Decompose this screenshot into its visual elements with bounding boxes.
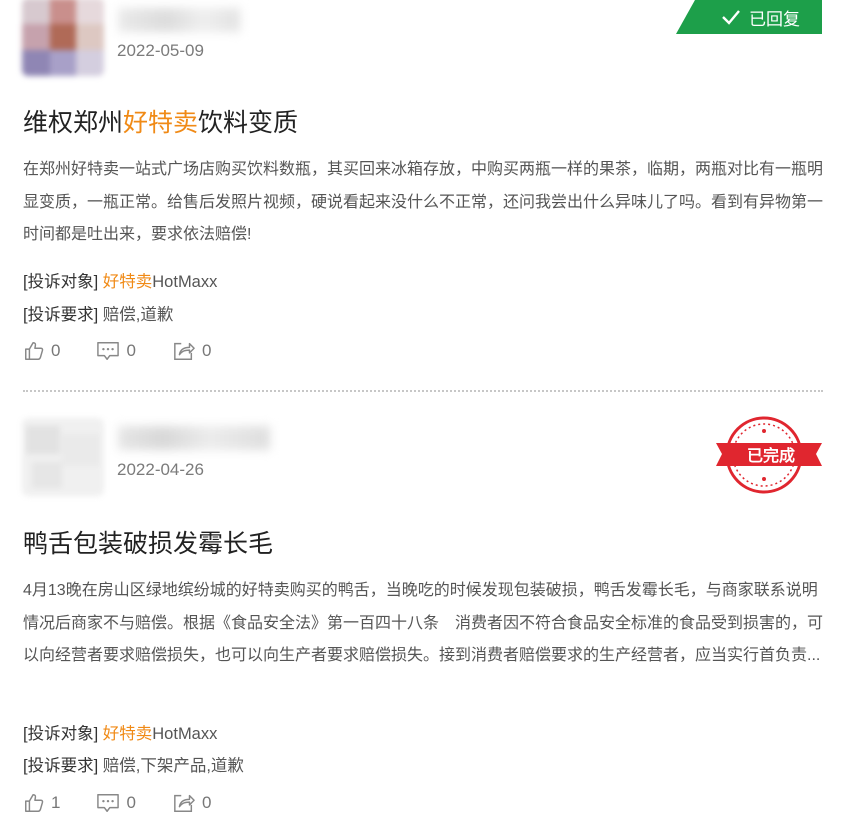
target-tag: [投诉对象]	[23, 273, 99, 291]
complaint-description: 4月13晚在房山区绿地缤纷城的好特卖购买的鸭舌，当晚吃的时候发现包装破损，鸭舌发…	[23, 582, 824, 664]
comment-count: 0	[126, 341, 136, 360]
title-highlight: 好特卖	[123, 109, 199, 137]
share-icon	[174, 342, 195, 360]
comment-count: 0	[126, 793, 136, 812]
complaint-title[interactable]: 维权郑州好特卖饮料变质	[23, 103, 298, 139]
like-count: 0	[51, 341, 61, 360]
comment-icon	[97, 342, 120, 360]
share-button[interactable]: 0	[172, 340, 211, 362]
complaint-request: [投诉要求] 赔偿,下架产品,道歉	[23, 752, 244, 776]
user-name-blurred	[118, 8, 240, 32]
target-link[interactable]: 好特卖HotMaxx	[103, 725, 218, 743]
completed-stamp-icon: 已完成	[716, 416, 822, 494]
complaint-description: 在郑州好特卖一站式广场店购买饮料数瓶，其买回来冰箱存放，中购买两瓶一样的果茶，临…	[23, 161, 824, 243]
status-label: 已回复	[749, 9, 800, 29]
like-count: 1	[51, 793, 61, 812]
card-divider	[23, 390, 823, 392]
action-bar: 1 0 0	[23, 792, 247, 814]
comment-button[interactable]: 0	[96, 792, 136, 814]
complaint-request: [投诉要求] 赔偿,道歉	[23, 301, 173, 325]
thumbs-up-icon	[25, 342, 44, 360]
post-date: 2022-05-09	[117, 41, 204, 60]
user-name-blurred	[118, 426, 270, 450]
check-icon	[721, 9, 741, 25]
comment-icon	[97, 794, 120, 812]
target-name-cn: 好特卖	[102, 725, 153, 743]
title-text: 维权郑州	[23, 109, 124, 137]
request-value: 赔偿,下架产品,道歉	[102, 757, 244, 775]
request-tag: [投诉要求]	[23, 757, 99, 775]
thumbs-up-icon	[25, 794, 44, 812]
avatar[interactable]	[22, 418, 104, 496]
stamp-label: 已完成	[747, 446, 795, 465]
title-text: 饮料变质	[198, 109, 299, 137]
target-name-cn: 好特卖	[102, 273, 153, 291]
target-tag: [投诉对象]	[23, 725, 99, 743]
target-link[interactable]: 好特卖HotMaxx	[103, 273, 218, 291]
target-name-en: HotMaxx	[152, 273, 218, 291]
request-value: 赔偿,道歉	[102, 306, 174, 324]
share-button[interactable]: 0	[172, 792, 211, 814]
status-badge-replied: 已回复	[676, 0, 822, 34]
comment-button[interactable]: 0	[96, 340, 136, 362]
share-count: 0	[201, 341, 212, 360]
complaint-target: [投诉对象] 好特卖HotMaxx	[23, 720, 217, 744]
share-icon	[174, 794, 195, 812]
complaint-title[interactable]: 鸭舌包装破损发霉长毛	[23, 524, 273, 560]
action-bar: 0 0 0	[23, 340, 247, 362]
complaint-target: [投诉对象] 好特卖HotMaxx	[23, 268, 217, 292]
like-button[interactable]: 0	[23, 340, 60, 362]
status-stamp-completed: 已完成	[714, 416, 824, 494]
post-date: 2022-04-26	[117, 460, 204, 479]
share-count: 0	[201, 793, 212, 812]
target-name-en: HotMaxx	[152, 725, 218, 743]
avatar[interactable]	[22, 0, 104, 76]
request-tag: [投诉要求]	[23, 306, 99, 324]
like-button[interactable]: 1	[23, 792, 60, 814]
